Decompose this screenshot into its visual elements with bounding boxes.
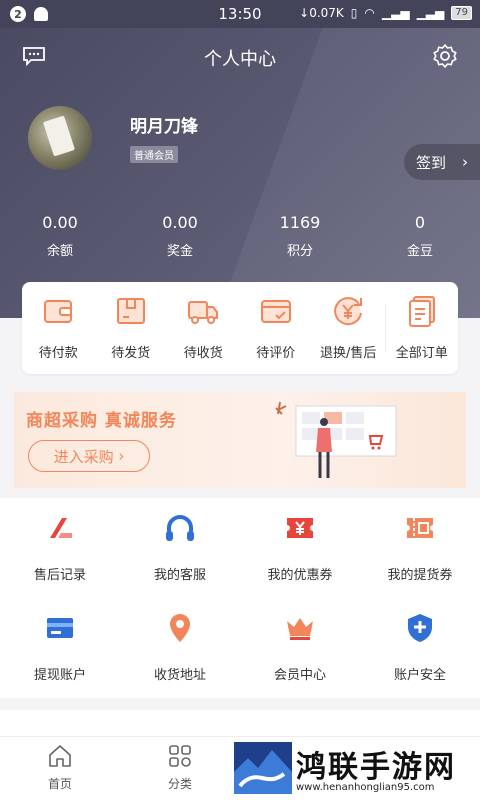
pickup-ticket-icon <box>407 518 433 538</box>
service-label: 售后记录 <box>33 568 86 583</box>
order-label: 待收货 <box>183 346 223 361</box>
headset-icon <box>166 515 194 541</box>
coupon-icon <box>287 518 313 538</box>
order-pending-receipt[interactable]: 待收货 <box>167 282 240 374</box>
card-icon <box>47 618 73 638</box>
stat-label: 余额 <box>46 244 73 259</box>
service-withdraw-account[interactable]: 提现账户 <box>0 598 120 698</box>
watermark-url: www.henanhonglian95.com <box>296 782 435 793</box>
service-coupons[interactable]: 我的优惠券 <box>240 498 360 598</box>
enter-procurement-button[interactable]: 进入采购 › <box>28 440 150 472</box>
stat-gold-beans[interactable]: 0 金豆 <box>360 213 480 259</box>
service-after-sale[interactable]: 售后记录 <box>0 498 120 598</box>
truck-icon <box>188 301 219 324</box>
shopping-illustration <box>275 401 397 478</box>
battery-icon: 79 <box>451 6 472 20</box>
watermark-text: 鸿联手游网 <box>296 750 456 785</box>
service-label: 我的提货券 <box>387 568 453 583</box>
services-grid: 售后记录 我的客服 我的优惠券 我的提货券 提现账户 收货地址 会员中心 账户安… <box>0 498 480 698</box>
stat-balance[interactable]: 0.00 余额 <box>0 213 120 259</box>
tab-category[interactable]: 分类 <box>120 737 240 800</box>
order-all[interactable]: 全部订单 <box>386 282 459 374</box>
location-icon <box>170 614 190 642</box>
checkin-label: 签到 <box>416 153 447 172</box>
signal-icon-2: ▁▃▅ <box>416 6 445 20</box>
orders-list-icon <box>408 296 435 327</box>
stat-value: 1169 <box>279 213 321 232</box>
wifi-icon: ◠ <box>364 6 375 20</box>
service-customer-support[interactable]: 我的客服 <box>120 498 240 598</box>
profile-header: 个人中心 明月刀锋 普通会员 签到 › 0.00 余额 0.00 奖金 1169… <box>0 28 480 318</box>
order-label: 待付款 <box>38 346 78 361</box>
after-sale-icon <box>50 518 72 538</box>
watermark-logo <box>234 742 292 794</box>
order-label: 全部订单 <box>395 346 448 361</box>
orders-card: 待付款 待发货 待收货 待评价 退换/售后 全部订单 <box>22 282 458 374</box>
package-icon <box>116 298 145 324</box>
service-shipping-address[interactable]: 收货地址 <box>120 598 240 698</box>
order-returns[interactable]: 退换/售后 <box>312 282 385 374</box>
network-speed: ↓0.07K <box>299 6 344 20</box>
crown-icon <box>287 618 313 640</box>
stat-value: 0 <box>414 213 426 232</box>
chevron-right-icon: › <box>462 153 469 171</box>
service-label: 收货地址 <box>153 668 206 683</box>
wallet-icon <box>44 300 73 323</box>
tab-label: 分类 <box>167 777 192 791</box>
service-label: 我的优惠券 <box>267 568 333 583</box>
order-pending-review[interactable]: 待评价 <box>240 282 313 374</box>
chevron-right-icon: › <box>113 447 125 465</box>
avatar[interactable] <box>28 106 92 170</box>
order-label: 退换/售后 <box>320 346 377 361</box>
status-bar: 2 13:50 ↓0.07K ▯ ◠ ▁▃▅ ▁▃▅ 79 <box>0 0 480 28</box>
order-label: 待评价 <box>256 346 296 361</box>
username: 明月刀锋 <box>130 117 198 137</box>
home-icon <box>49 745 71 767</box>
service-label: 提现账户 <box>33 668 86 683</box>
order-pending-shipment[interactable]: 待发货 <box>95 282 168 374</box>
banner-button-label: 进入采购 <box>53 447 114 466</box>
stat-label: 奖金 <box>166 244 193 259</box>
stat-value: 0.00 <box>162 213 198 232</box>
service-label: 我的客服 <box>153 568 206 583</box>
signal-icon: ▁▃▅ <box>381 6 410 20</box>
tab-home[interactable]: 首页 <box>0 737 120 800</box>
shield-icon <box>408 614 432 642</box>
order-pending-payment[interactable]: 待付款 <box>22 282 95 374</box>
stat-bonus[interactable]: 0.00 奖金 <box>120 213 240 259</box>
service-label: 账户安全 <box>393 668 446 683</box>
vibrate-icon: ▯ <box>350 6 358 20</box>
yen-return-icon <box>334 297 363 326</box>
stat-value: 0.00 <box>42 213 78 232</box>
member-level-badge: 普通会员 <box>130 146 178 163</box>
page-title: 个人中心 <box>204 49 276 70</box>
service-account-security[interactable]: 账户安全 <box>360 598 480 698</box>
gear-icon[interactable] <box>432 43 458 69</box>
checkin-button[interactable]: 签到 › <box>404 144 480 180</box>
account-stats: 0.00 余额 0.00 奖金 1169 积分 0 金豆 <box>0 213 480 259</box>
order-label: 待发货 <box>111 346 151 361</box>
category-icon <box>169 745 191 767</box>
stat-label: 积分 <box>286 244 313 259</box>
stat-label: 金豆 <box>406 244 433 259</box>
service-label: 会员中心 <box>273 668 326 683</box>
tab-label: 首页 <box>47 777 72 791</box>
watermark: 鸿联手游网 www.henanhonglian95.com <box>232 740 480 800</box>
procurement-banner[interactable]: 商超采购 真诚服务 进入采购 › <box>14 392 466 488</box>
service-member-center[interactable]: 会员中心 <box>240 598 360 698</box>
banner-title: 商超采购 真诚服务 <box>26 411 177 431</box>
stat-points[interactable]: 1169 积分 <box>240 213 360 259</box>
review-card-icon <box>260 300 291 323</box>
service-pickup-tickets[interactable]: 我的提货券 <box>360 498 480 598</box>
